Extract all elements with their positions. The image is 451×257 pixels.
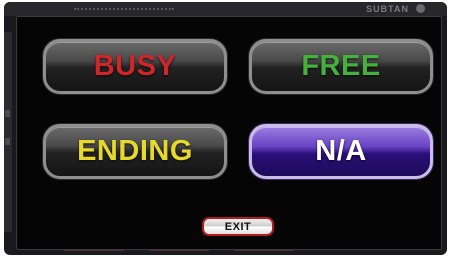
free-button-label: FREE: [301, 50, 381, 82]
background-status-text: SUBTAN: [366, 4, 409, 14]
ending-button[interactable]: ENDING: [43, 124, 227, 179]
busy-button[interactable]: BUSY: [43, 39, 227, 94]
ending-button-label: ENDING: [77, 135, 193, 167]
na-button-label: N/A: [315, 135, 367, 167]
background-settings-icon: [416, 4, 425, 13]
exit-button[interactable]: EXIT: [202, 217, 274, 236]
background-side-marker: [5, 110, 10, 117]
background-status-bar: SUBTAN: [4, 2, 447, 16]
background-dotted-indicator: [74, 8, 174, 12]
na-button[interactable]: N/A: [249, 124, 433, 179]
status-select-dialog: BUSY FREE ENDING N/A EXIT: [16, 16, 442, 250]
background-side-marker: [5, 138, 10, 145]
device-screen: SUBTAN BUSY FREE ENDING N/A EXIT: [4, 2, 447, 255]
busy-button-label: BUSY: [93, 50, 177, 82]
free-button[interactable]: FREE: [249, 39, 433, 94]
background-side-rail: [4, 32, 12, 232]
exit-button-label: EXIT: [224, 220, 252, 233]
